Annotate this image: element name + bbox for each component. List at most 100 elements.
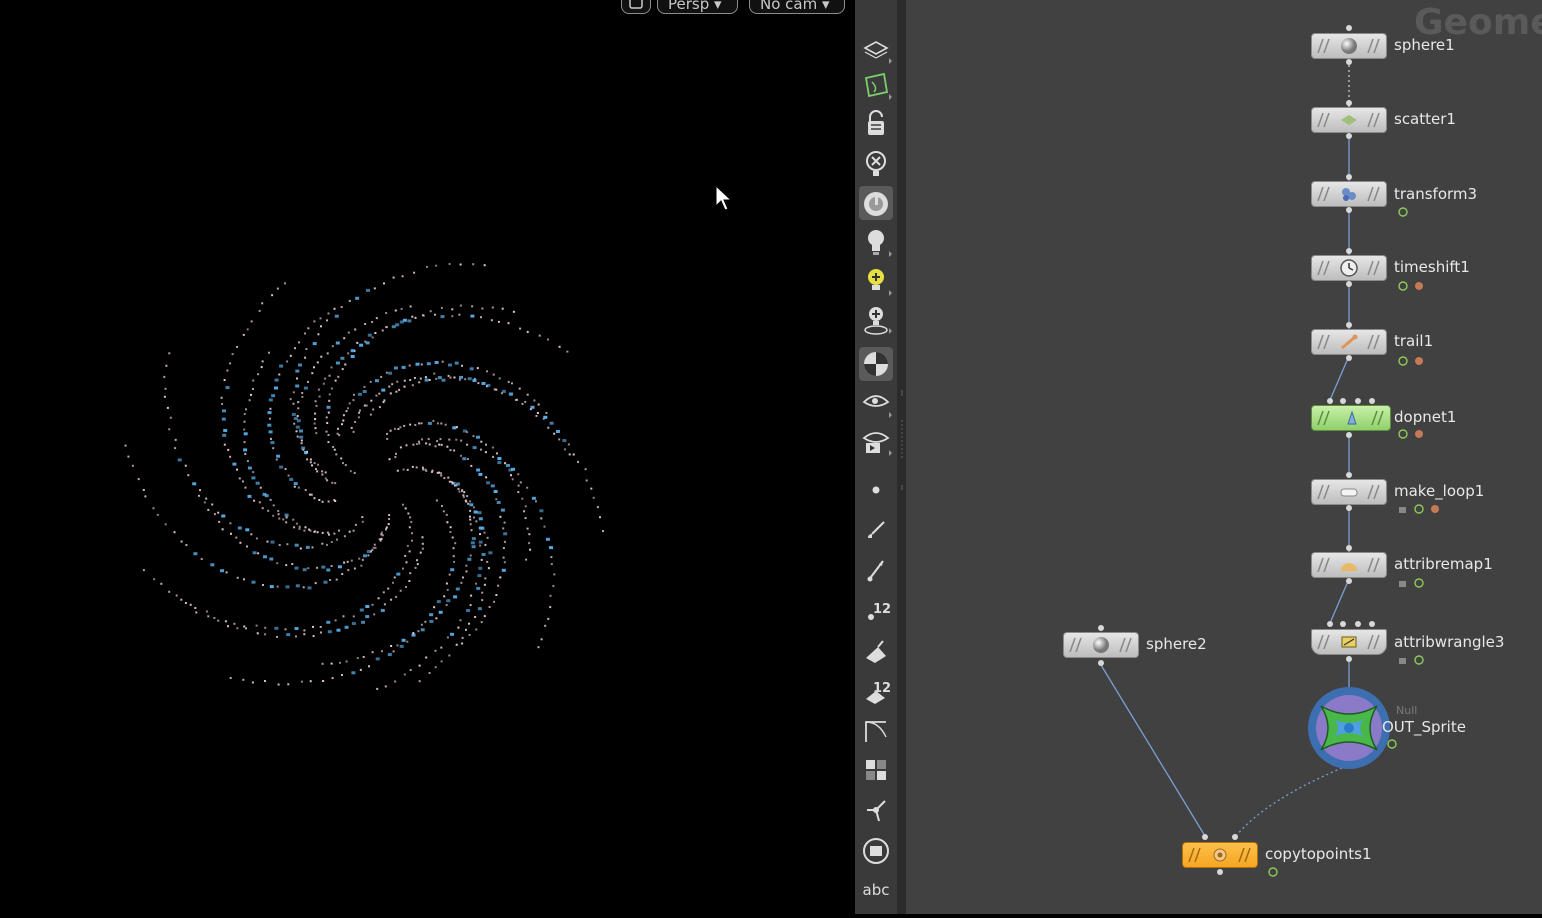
primitive-display-button[interactable]: [859, 634, 893, 668]
particle-point: [285, 521, 288, 524]
lock-button[interactable]: [859, 107, 893, 141]
particle-point: [199, 489, 201, 492]
input-connector[interactable]: [1346, 545, 1352, 551]
text-display-button[interactable]: abc: [855, 881, 897, 899]
output-connector[interactable]: [1346, 432, 1352, 438]
shape-display-button[interactable]: [859, 713, 893, 747]
node-tile[interactable]: [1182, 842, 1258, 868]
input-connector[interactable]: [1369, 398, 1375, 404]
input-connector[interactable]: [1340, 621, 1346, 627]
input-connector[interactable]: [1202, 834, 1208, 840]
node-tile[interactable]: [1063, 632, 1139, 658]
shading-button[interactable]: [859, 347, 893, 381]
node-label[interactable]: transform3: [1394, 185, 1477, 203]
particle-point: [517, 473, 520, 476]
input-connector[interactable]: [1355, 398, 1361, 404]
primitive-numbers-button[interactable]: 12: [859, 673, 893, 707]
node-tile[interactable]: [1311, 255, 1387, 281]
hide-button[interactable]: [859, 146, 893, 180]
output-connector[interactable]: [1346, 355, 1352, 361]
node-tile[interactable]: [1311, 107, 1387, 133]
input-connector[interactable]: [1346, 472, 1352, 478]
node-label[interactable]: sphere2: [1146, 635, 1207, 653]
node-label[interactable]: OUT_Sprite: [1382, 718, 1466, 736]
input-connector[interactable]: [1346, 25, 1352, 31]
input-connector[interactable]: [1340, 398, 1346, 404]
input-connector[interactable]: [1098, 625, 1104, 631]
particle-point: [345, 660, 348, 663]
input-connector[interactable]: [1346, 100, 1352, 106]
node-label[interactable]: attribremap1: [1394, 555, 1493, 573]
node-flag-stripes: [1367, 186, 1380, 202]
output-connector[interactable]: [1346, 133, 1352, 139]
particle-point: [439, 438, 442, 441]
node-tile[interactable]: [1311, 552, 1387, 578]
particle-point: [337, 565, 342, 569]
output-connector[interactable]: [1346, 578, 1352, 584]
background-display-button[interactable]: [859, 834, 893, 868]
node-tile[interactable]: [1311, 181, 1387, 207]
snapshot-button[interactable]: [859, 386, 893, 420]
output-connector[interactable]: [1346, 281, 1352, 287]
node-label[interactable]: dopnet1: [1394, 408, 1456, 426]
node-label[interactable]: attribwrangle3: [1394, 633, 1504, 651]
display-options-button[interactable]: [859, 186, 893, 220]
node-status-icons: [1399, 504, 1439, 514]
output-connector[interactable]: [1346, 59, 1352, 65]
node-tile[interactable]: [1311, 479, 1387, 505]
output-connector[interactable]: [1346, 207, 1352, 213]
particle-point: [469, 367, 474, 371]
output-connector[interactable]: [1217, 869, 1223, 875]
display-points-button[interactable]: [859, 473, 893, 507]
particle-point: [305, 348, 308, 351]
node-label[interactable]: trail1: [1394, 332, 1433, 350]
node-tile[interactable]: [1311, 329, 1387, 355]
input-connector[interactable]: [1346, 248, 1352, 254]
flipbook-button[interactable]: [859, 424, 893, 458]
output-connector[interactable]: [1346, 505, 1352, 511]
handle-display-button[interactable]: [859, 793, 893, 827]
particle-point: [223, 429, 228, 432]
input-connector[interactable]: [1355, 621, 1361, 627]
add-light-button[interactable]: [859, 302, 893, 336]
grid-display-button[interactable]: [859, 753, 893, 787]
particle-point: [261, 360, 264, 363]
input-connector[interactable]: [1327, 621, 1333, 627]
display-vectors-button[interactable]: [859, 553, 893, 587]
network-editor[interactable]: Geome sphere1 scatter1 transform3 timesh…: [906, 0, 1542, 914]
particle-point: [469, 500, 472, 503]
select-mode-button[interactable]: [859, 32, 893, 66]
particle-point: [236, 468, 238, 471]
headlight-button[interactable]: [859, 264, 893, 298]
ghost-mode-button[interactable]: [859, 68, 893, 102]
input-connector[interactable]: [1232, 834, 1238, 840]
input-connector[interactable]: [1346, 322, 1352, 328]
point-numbers-button[interactable]: 12: [859, 594, 893, 628]
node-label[interactable]: scatter1: [1394, 110, 1456, 128]
particle-point: [261, 507, 264, 510]
particle-point: [313, 462, 316, 465]
light-button[interactable]: [859, 225, 893, 259]
display-normals-button[interactable]: [859, 513, 893, 547]
particle-point: [173, 531, 176, 534]
particle-point: [537, 646, 540, 649]
node-tile[interactable]: [1311, 629, 1387, 655]
output-connector[interactable]: [1346, 656, 1352, 662]
input-connector[interactable]: [1369, 621, 1375, 627]
particle-point: [428, 379, 431, 381]
node-label[interactable]: make_loop1: [1394, 482, 1484, 500]
particle-point: [295, 384, 300, 388]
scene-viewport[interactable]: Persp ▾ No cam ▾: [0, 0, 855, 914]
node-label[interactable]: copytopoints1: [1265, 845, 1372, 863]
output-connector[interactable]: [1098, 660, 1104, 666]
node-label[interactable]: sphere1: [1394, 36, 1455, 54]
node-tile[interactable]: [1311, 33, 1387, 59]
input-connector[interactable]: [1327, 398, 1333, 404]
pane-splitter[interactable]: [897, 0, 906, 914]
particle-point: [503, 521, 506, 524]
node-tile[interactable]: [1311, 405, 1391, 431]
particle-point: [266, 540, 269, 543]
node-label[interactable]: timeshift1: [1394, 258, 1470, 276]
input-connector[interactable]: [1346, 174, 1352, 180]
particle-point: [207, 508, 210, 511]
